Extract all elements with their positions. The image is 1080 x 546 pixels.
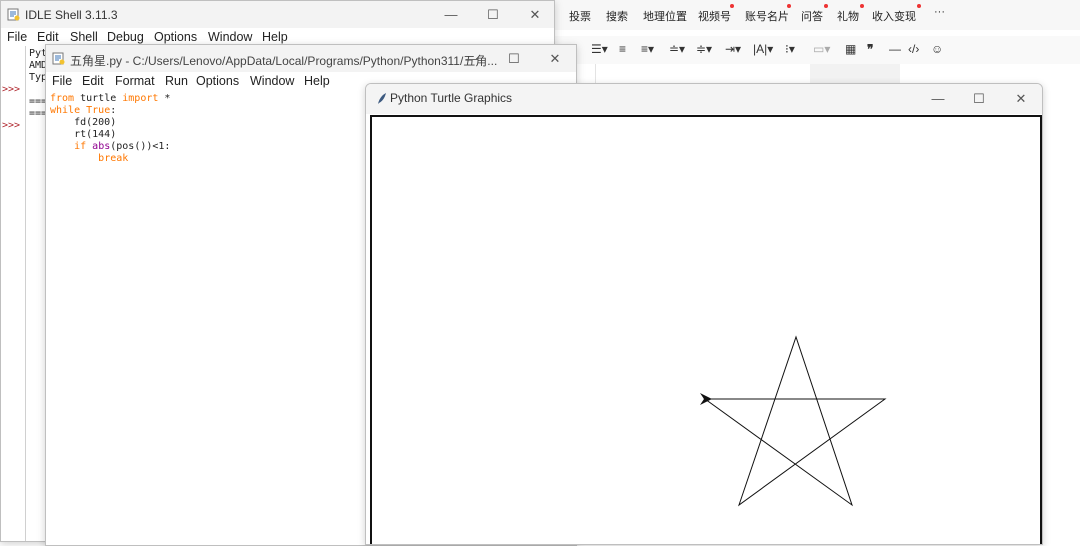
notification-dot [824, 4, 828, 8]
turtle-drawing [700, 335, 887, 507]
feather-icon [378, 93, 386, 104]
code-line: from turtle import * [50, 93, 171, 104]
code-icon[interactable]: ‹/› [908, 42, 919, 56]
shell-titlebar[interactable]: IDLE Shell 3.11.3 — ☐ ✕ [1, 1, 554, 29]
code-line: if abs(pos())<1: [74, 141, 171, 152]
turtle-title: Python Turtle Graphics [390, 91, 513, 105]
divider-icon[interactable]: ▭▾ [813, 42, 830, 56]
toolbar-item-monetize[interactable]: 收入变现 [872, 8, 916, 24]
menu-file[interactable]: File [7, 30, 27, 44]
code-line: fd(200) [50, 117, 117, 128]
editor-titlebar[interactable]: 五角星.py - C:/Users/Lenovo/AppData/Local/P… [46, 45, 576, 73]
code-line: break [98, 153, 129, 164]
close-icon[interactable]: ✕ [1011, 90, 1031, 108]
more-icon[interactable]: ··· [934, 6, 945, 18]
toolbar-item-qa[interactable]: 问答 [801, 8, 823, 24]
shell-prompt: >>> [2, 84, 21, 95]
menu-format[interactable]: Format [115, 74, 155, 88]
shell-prompt: >>> [2, 120, 21, 131]
list-icon[interactable]: ☰▾ [591, 42, 608, 56]
minimize-icon[interactable]: — [441, 6, 461, 24]
close-icon[interactable]: ✕ [545, 50, 565, 68]
editor-title: 五角星.py - C:/Users/Lenovo/AppData/Local/P… [70, 54, 498, 68]
shell-title: IDLE Shell 3.11.3 [25, 8, 118, 22]
menu-edit[interactable]: Edit [37, 30, 59, 44]
turtle-graphics-window: Python Turtle Graphics — ☐ ✕ [365, 83, 1043, 545]
notification-dot [787, 4, 791, 8]
maximize-icon[interactable]: ☐ [483, 6, 503, 24]
toolbar-item-account-card[interactable]: 账号名片 [745, 8, 789, 24]
close-icon[interactable]: ✕ [525, 6, 545, 24]
menu-options[interactable]: Options [154, 30, 197, 44]
align-left-icon[interactable]: ≡ [619, 42, 626, 56]
format-toolbar: ☰▾ ≡ ≡▾ ≐▾ ≑▾ ⇥▾ |A|▾ ⁝▾ ▭▾ ▦ ❞ — ‹/› ☺ [555, 36, 1080, 64]
toolbar-item-search[interactable]: 搜索 [606, 8, 628, 24]
notification-dot [860, 4, 864, 8]
menu-window[interactable]: Window [208, 30, 252, 44]
minimize-icon[interactable]: — [928, 90, 948, 108]
align-right-icon[interactable]: ≐▾ [669, 42, 685, 56]
bullet-list-icon[interactable]: ⁝▾ [785, 42, 795, 56]
menu-run[interactable]: Run [165, 74, 188, 88]
notification-dot [917, 4, 921, 8]
indent-icon[interactable]: ⇥▾ [725, 42, 741, 56]
text-direction-icon[interactable]: |A|▾ [753, 42, 773, 56]
quote-icon[interactable]: ❞ [867, 42, 873, 56]
line-height-icon[interactable]: ≑▾ [696, 42, 712, 56]
toolbar-item-location[interactable]: 地理位置 [643, 8, 687, 24]
notification-dot [730, 4, 734, 8]
maximize-icon[interactable]: ☐ [504, 50, 524, 68]
turtle-canvas[interactable] [370, 115, 1042, 544]
toolbar-item-vote[interactable]: 投票 [569, 8, 591, 24]
menu-debug[interactable]: Debug [107, 30, 144, 44]
star-outline [703, 335, 887, 507]
code-line: while True: [50, 105, 117, 116]
minimize-icon[interactable]: — [462, 50, 482, 68]
menu-file[interactable]: File [52, 74, 72, 88]
python-idle-icon [7, 8, 20, 21]
emoji-icon[interactable]: ☺ [931, 42, 943, 56]
maximize-icon[interactable]: ☐ [969, 90, 989, 108]
python-file-icon [52, 52, 65, 65]
menu-help[interactable]: Help [304, 74, 330, 88]
toolbar-item-channels[interactable]: 视频号 [698, 8, 731, 24]
web-editor-toolbar: 投票 搜索 地理位置 视频号 账号名片 问答 礼物 收入变现 ··· [555, 0, 1080, 30]
menu-window[interactable]: Window [250, 74, 294, 88]
code-editor[interactable]: from turtle import * while True: fd(200) … [50, 93, 170, 165]
menu-edit[interactable]: Edit [82, 74, 104, 88]
hr-icon[interactable]: — [889, 42, 901, 56]
table-icon[interactable]: ▦ [845, 42, 856, 56]
menu-shell[interactable]: Shell [70, 30, 98, 44]
toolbar-item-gift[interactable]: 礼物 [837, 8, 859, 24]
menu-help[interactable]: Help [262, 30, 288, 44]
turtle-titlebar[interactable]: Python Turtle Graphics — ☐ ✕ [366, 84, 1042, 114]
code-line: rt(144) [50, 129, 117, 140]
align-center-icon[interactable]: ≡▾ [641, 42, 654, 56]
menu-options[interactable]: Options [196, 74, 239, 88]
